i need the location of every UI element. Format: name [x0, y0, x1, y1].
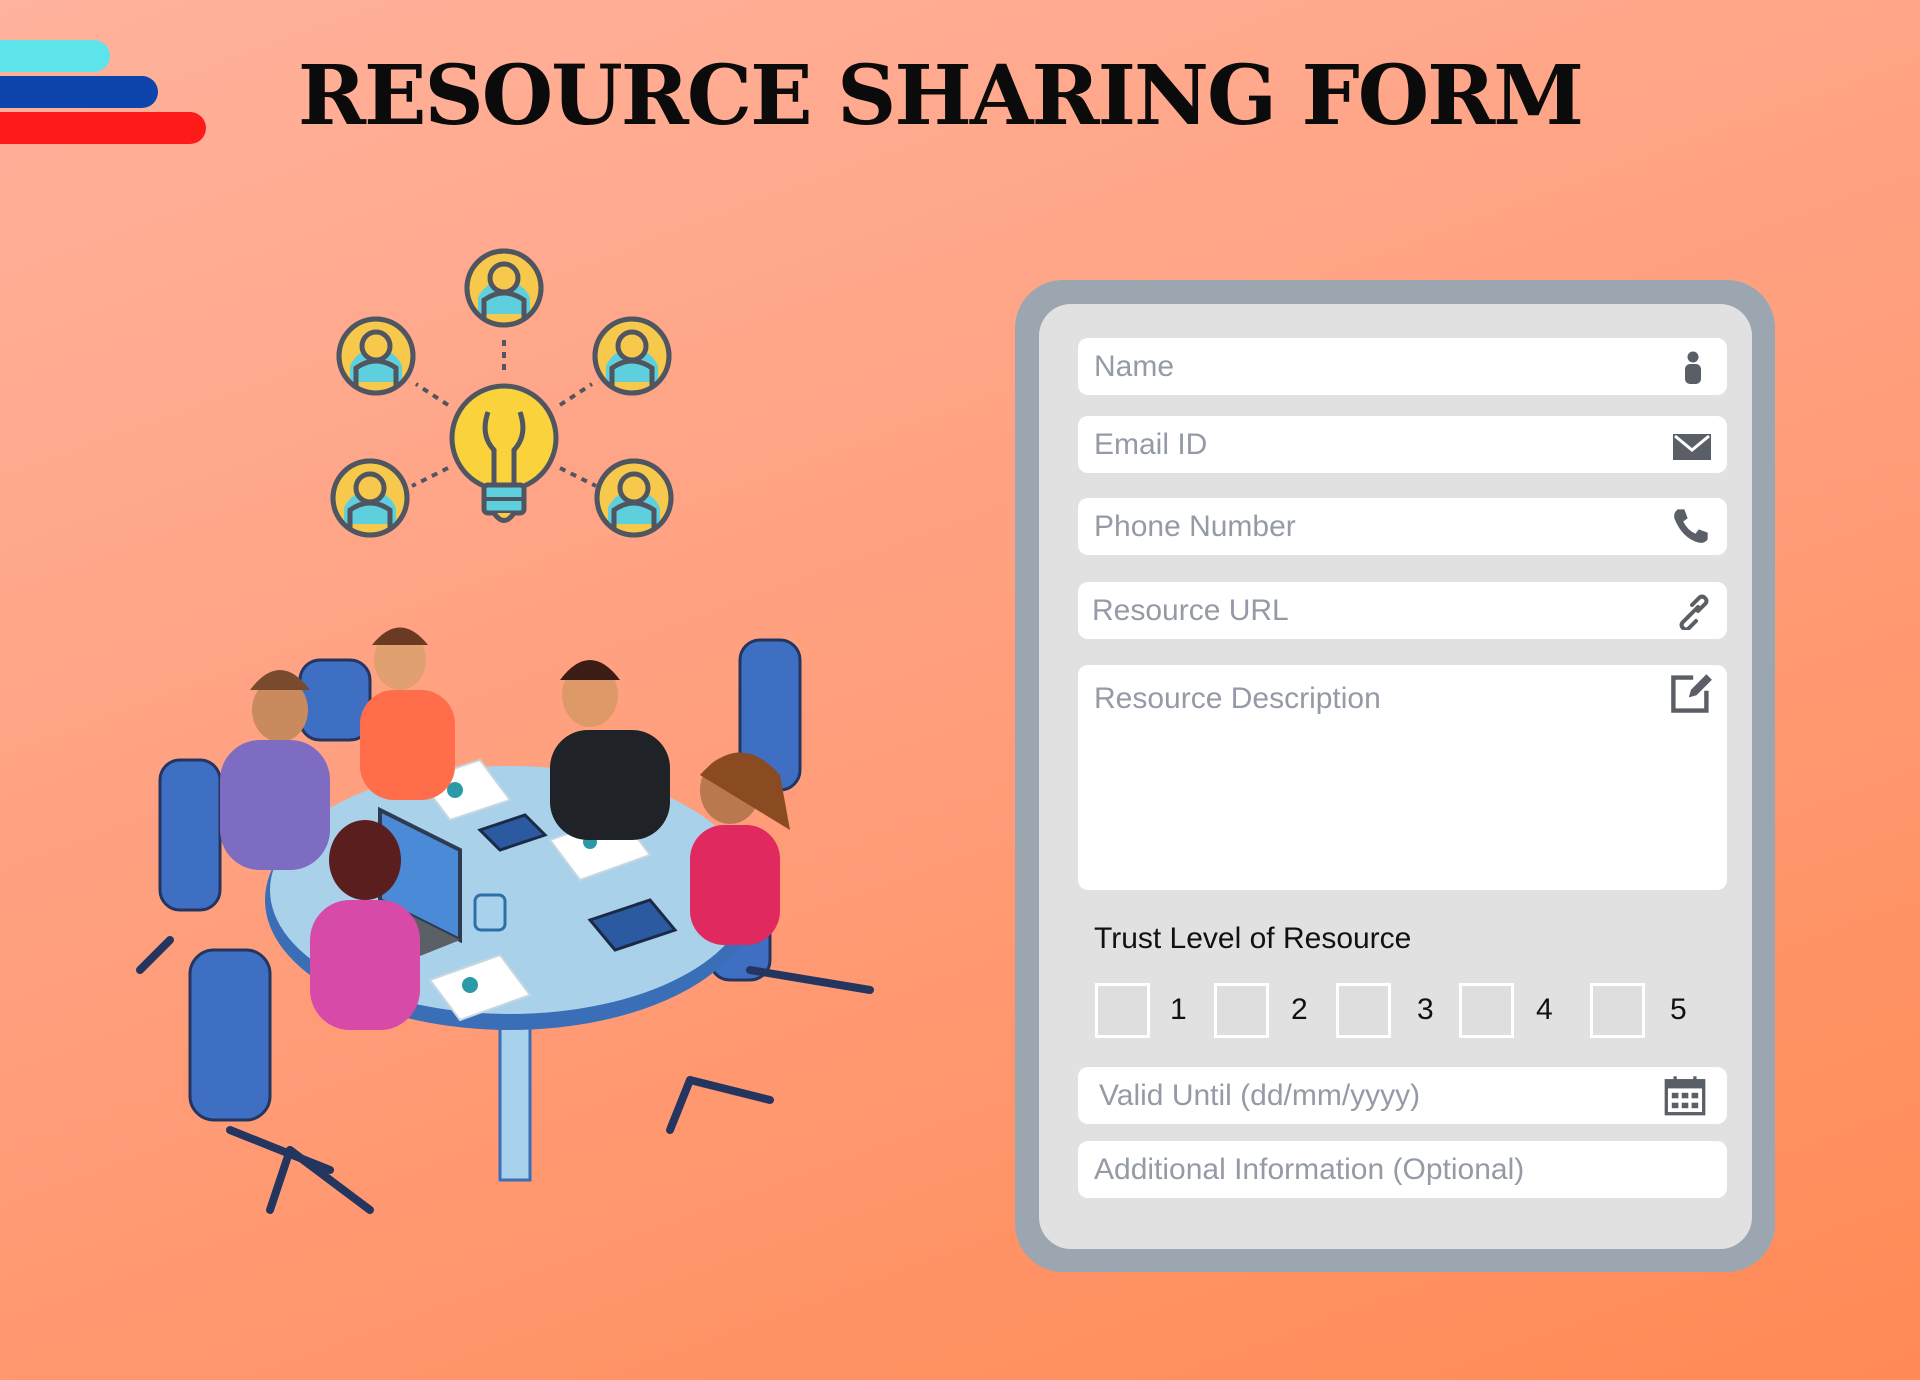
trust-level-4-checkbox[interactable]: [1459, 983, 1514, 1038]
team-meeting-illustration: [136, 627, 874, 1214]
phone-icon: [1674, 509, 1708, 543]
email-field[interactable]: Email ID: [1078, 416, 1727, 473]
trust-level-1-label: 1: [1170, 993, 1187, 1026]
valid-until-placeholder: Valid Until (dd/mm/yyyy): [1099, 1079, 1421, 1112]
phone-field[interactable]: Phone Number: [1078, 498, 1727, 555]
person-node-icon: [595, 319, 669, 393]
person-node-icon: [333, 461, 407, 535]
phone-placeholder: Phone Number: [1094, 510, 1296, 543]
resource-url-field[interactable]: Resource URL: [1078, 582, 1727, 639]
envelope-icon: [1673, 434, 1711, 460]
name-field[interactable]: Name: [1078, 338, 1727, 395]
idea-sharing-illustration: [320, 240, 690, 570]
edit-icon: [1671, 674, 1712, 713]
lightbulb-icon: [449, 383, 559, 523]
trust-level-4-label: 4: [1536, 993, 1553, 1026]
email-placeholder: Email ID: [1094, 428, 1208, 461]
link-icon: [1679, 594, 1709, 630]
trust-level-5-checkbox[interactable]: [1590, 983, 1645, 1038]
resource-description-field[interactable]: Resource Description: [1078, 665, 1727, 890]
trust-level-3-label: 3: [1417, 993, 1434, 1026]
person-node-icon: [339, 319, 413, 393]
trust-level-2-checkbox[interactable]: [1214, 983, 1269, 1038]
resource-description-placeholder: Resource Description: [1094, 682, 1381, 715]
trust-level-5-label: 5: [1670, 993, 1687, 1026]
person-node-icon: [597, 461, 671, 535]
trust-level-label: Trust Level of Resource: [1094, 922, 1412, 955]
valid-until-field[interactable]: Valid Until (dd/mm/yyyy): [1078, 1067, 1727, 1124]
calendar-icon: [1664, 1076, 1706, 1116]
additional-information-placeholder: Additional Information (Optional): [1094, 1153, 1525, 1186]
person-icon: [1685, 351, 1701, 384]
trust-level-1-checkbox[interactable]: [1095, 983, 1150, 1038]
name-placeholder: Name: [1094, 350, 1175, 383]
additional-information-field[interactable]: Additional Information (Optional): [1078, 1141, 1727, 1198]
trust-level-2-label: 2: [1291, 993, 1308, 1026]
person-node-icon: [467, 251, 541, 325]
resource-url-placeholder: Resource URL: [1092, 594, 1289, 627]
page-title: RESOURCE SHARING FORM: [297, 48, 1584, 144]
trust-level-3-checkbox[interactable]: [1336, 983, 1391, 1038]
